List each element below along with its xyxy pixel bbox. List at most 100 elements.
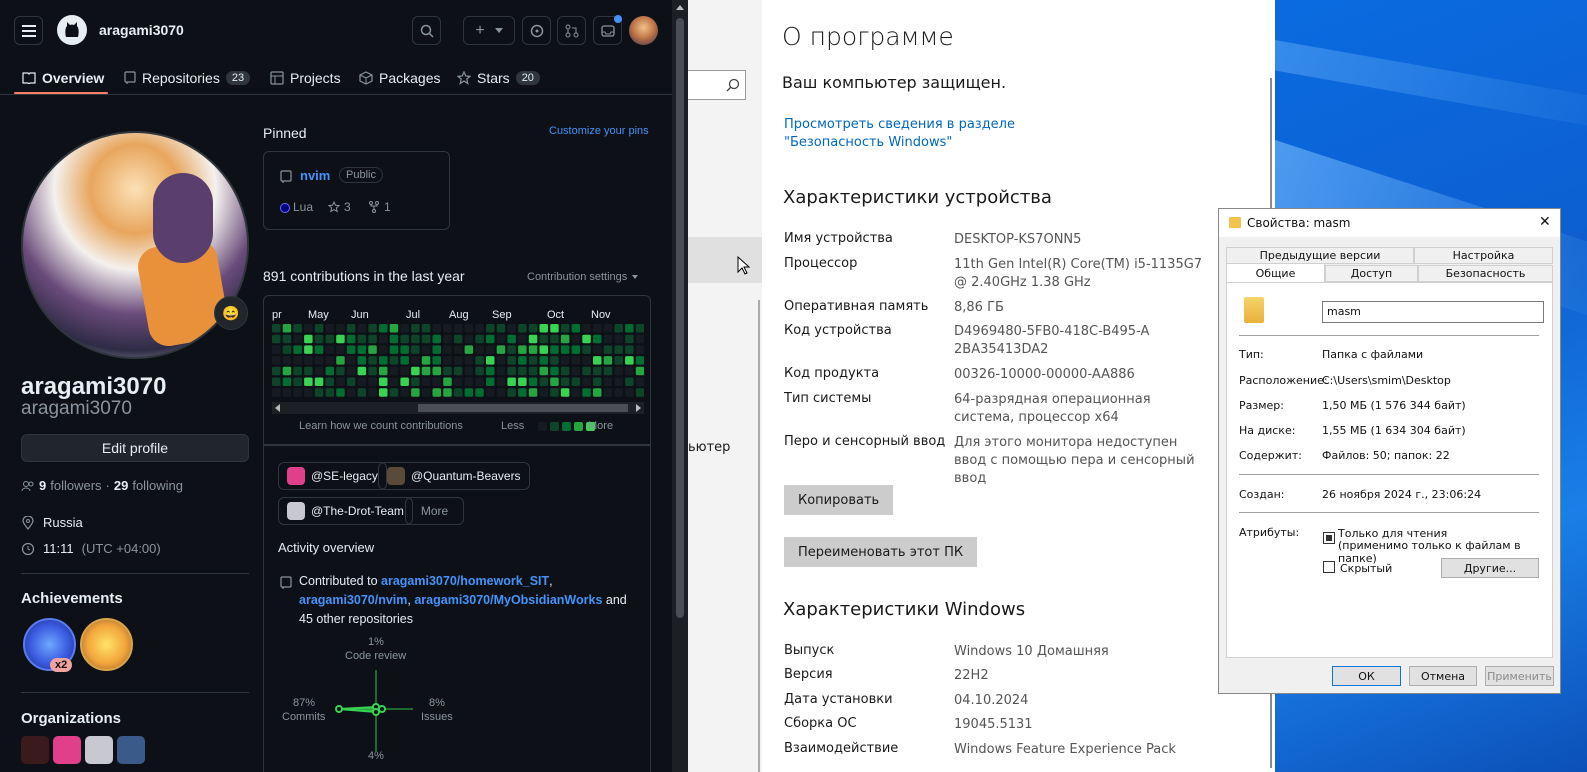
contribution-day[interactable]: [507, 388, 516, 397]
github-logo-icon[interactable]: [57, 15, 87, 45]
contribution-day[interactable]: [496, 334, 506, 344]
contribution-day[interactable]: [635, 334, 644, 344]
contribution-day[interactable]: [325, 334, 335, 344]
contribution-day[interactable]: [432, 356, 442, 365]
contribution-day[interactable]: [603, 345, 613, 354]
contribution-day[interactable]: [389, 356, 399, 365]
contribution-day[interactable]: [293, 345, 302, 354]
contribution-day[interactable]: [486, 388, 495, 397]
contribution-day[interactable]: [346, 324, 356, 333]
contribution-day[interactable]: [272, 388, 281, 397]
contribution-day[interactable]: [582, 334, 591, 344]
contribution-day[interactable]: [400, 366, 409, 376]
contribution-day[interactable]: [346, 334, 356, 344]
contribution-day[interactable]: [282, 334, 292, 344]
contribution-day[interactable]: [550, 324, 559, 333]
achievement-badge-cowboy[interactable]: [80, 618, 133, 671]
contribution-day[interactable]: [389, 377, 399, 387]
contribution-day[interactable]: [582, 356, 591, 365]
contribution-day[interactable]: [464, 366, 474, 376]
contribution-day[interactable]: [625, 366, 634, 376]
contribution-day[interactable]: [614, 388, 623, 397]
contribution-day[interactable]: [635, 388, 644, 397]
contribution-day[interactable]: [571, 356, 581, 365]
org-avatar-3[interactable]: [85, 736, 113, 764]
contribution-day[interactable]: [635, 377, 644, 387]
contribution-day[interactable]: [603, 324, 613, 333]
contribution-day[interactable]: [389, 345, 399, 354]
contribution-day[interactable]: [539, 377, 549, 387]
contribution-day[interactable]: [346, 366, 356, 376]
copy-button[interactable]: Копировать: [784, 485, 894, 515]
contribution-day[interactable]: [614, 366, 623, 376]
contribution-day[interactable]: [304, 388, 313, 397]
tab-packages[interactable]: Packages: [359, 60, 440, 95]
repo-link-nvim[interactable]: aragami3070/nvim: [299, 593, 407, 607]
tab-repositories[interactable]: Repositories 23: [124, 60, 251, 95]
contribution-day[interactable]: [314, 356, 324, 365]
repo-link-obsidian[interactable]: aragami3070/MyObsidianWorks: [414, 593, 602, 607]
contribution-day[interactable]: [282, 388, 292, 397]
contribution-day[interactable]: [325, 366, 335, 376]
contribution-day[interactable]: [560, 366, 570, 376]
contribution-day[interactable]: [411, 345, 420, 354]
org-avatar-2[interactable]: [53, 736, 81, 764]
contribution-day[interactable]: [625, 334, 634, 344]
contribution-day[interactable]: [518, 334, 527, 344]
contribution-day[interactable]: [453, 377, 463, 387]
contribution-day[interactable]: [571, 388, 581, 397]
contribution-day[interactable]: [571, 334, 581, 344]
contribution-day[interactable]: [389, 366, 399, 376]
header-username[interactable]: aragami3070: [99, 22, 184, 38]
contribution-day[interactable]: [550, 388, 559, 397]
tab-sharing[interactable]: Доступ: [1325, 265, 1418, 282]
contribution-day[interactable]: [453, 366, 463, 376]
followers-count[interactable]: 9: [39, 478, 46, 493]
contribution-day[interactable]: [560, 324, 570, 333]
contribution-day[interactable]: [528, 377, 538, 387]
contribution-day[interactable]: [625, 345, 634, 354]
contribution-day[interactable]: [325, 356, 335, 365]
security-link[interactable]: Просмотреть сведения в разделе "Безопасн…: [784, 116, 1104, 152]
contribution-day[interactable]: [518, 366, 527, 376]
tab-security[interactable]: Безопасность: [1418, 265, 1553, 282]
contribution-day[interactable]: [325, 377, 335, 387]
folder-name-input[interactable]: masm: [1322, 301, 1544, 323]
contribution-day[interactable]: [432, 388, 442, 397]
contribution-day[interactable]: [432, 324, 442, 333]
contribution-day[interactable]: [560, 388, 570, 397]
contribution-day[interactable]: [603, 377, 613, 387]
contribution-day[interactable]: [272, 345, 281, 354]
hidden-checkbox[interactable]: [1323, 561, 1335, 573]
ok-button[interactable]: ОК: [1332, 666, 1401, 686]
contribution-day[interactable]: [464, 377, 474, 387]
contribution-day[interactable]: [314, 334, 324, 344]
contribution-day[interactable]: [539, 334, 549, 344]
contribution-day[interactable]: [475, 334, 484, 344]
scroll-right-arrow[interactable]: [636, 404, 641, 412]
contribution-day[interactable]: [614, 334, 623, 344]
contribution-day[interactable]: [336, 377, 345, 387]
contribution-day[interactable]: [357, 388, 367, 397]
contribution-day[interactable]: [507, 356, 516, 365]
contribution-day[interactable]: [336, 388, 345, 397]
contribution-day[interactable]: [614, 345, 623, 354]
contribution-day[interactable]: [464, 388, 474, 397]
contribution-day[interactable]: [539, 356, 549, 365]
contribution-day[interactable]: [614, 324, 623, 333]
org-filter-quantum-beavers[interactable]: @Quantum-Beavers: [378, 462, 530, 490]
contribution-day[interactable]: [368, 356, 377, 365]
contribution-day[interactable]: [507, 345, 516, 354]
tab-projects[interactable]: Projects: [270, 60, 341, 95]
contribution-day[interactable]: [443, 334, 452, 344]
graph-scroll-thumb[interactable]: [418, 404, 628, 412]
contribution-day[interactable]: [443, 388, 452, 397]
contribution-day[interactable]: [486, 324, 495, 333]
search-button[interactable]: [412, 16, 441, 45]
contribution-day[interactable]: [432, 366, 442, 376]
contribution-day[interactable]: [304, 366, 313, 376]
contribution-day[interactable]: [582, 366, 591, 376]
contribution-day[interactable]: [625, 388, 634, 397]
contribution-day[interactable]: [593, 356, 602, 365]
more-orgs-button[interactable]: More: [405, 497, 464, 525]
